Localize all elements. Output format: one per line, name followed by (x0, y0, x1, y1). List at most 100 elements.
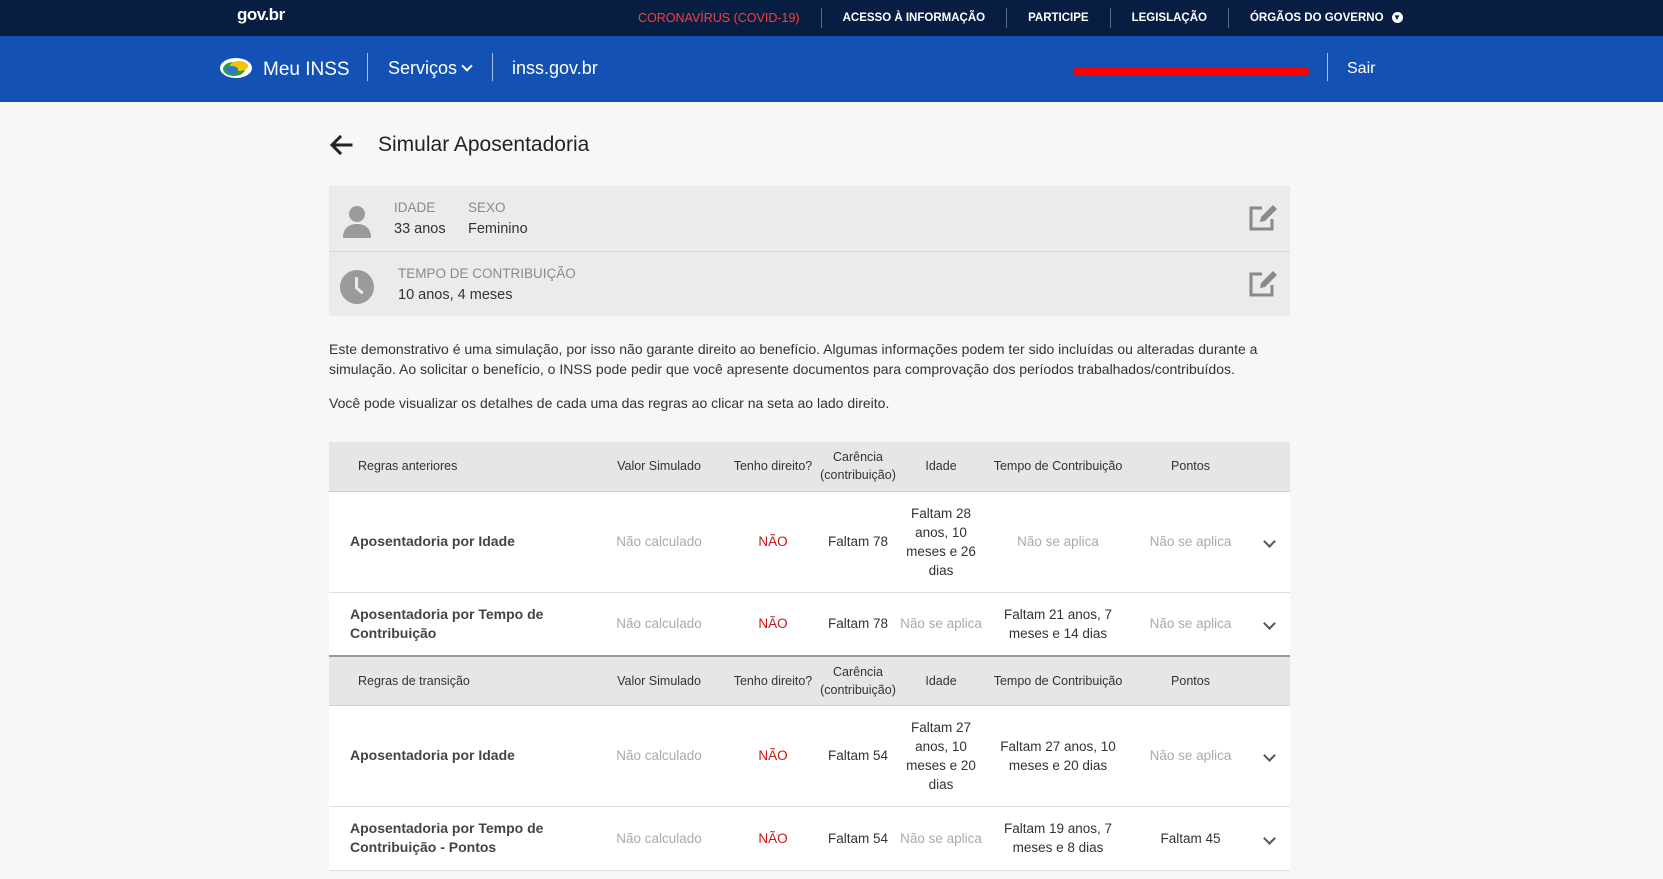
sexo-label: SEXO (468, 200, 506, 215)
profile-row-personal: IDADE 33 anos SEXO Feminino (329, 186, 1290, 251)
divider (492, 53, 493, 81)
tempo-contribuicao: Faltam 27 anos, 10 meses e 20 dias (983, 705, 1133, 807)
tenho-direito: NÃO (729, 491, 817, 593)
chevron-down-icon (461, 60, 473, 72)
section-header-regras-transicao: Regras de transição Valor Simulado Tenho… (329, 655, 1290, 706)
column-header: Tempo de Contribuição (983, 655, 1133, 706)
inss-logo-icon (220, 58, 252, 78)
idade-field: IDADE 33 anos (394, 200, 446, 237)
inss-site-link[interactable]: inss.gov.br (512, 58, 598, 79)
sexo-value: Feminino (468, 221, 528, 237)
tempo-contribuicao: Não se aplica (983, 491, 1133, 593)
rules-table: Regras anteriores Valor Simulado Tenho d… (329, 442, 1290, 871)
legislacao-link[interactable]: LEGISLAÇÃO (1132, 12, 1207, 24)
orgaos-governo-label: ÓRGÃOS DO GOVERNO (1249, 12, 1384, 24)
expand-toggle[interactable] (1248, 806, 1290, 871)
table-row[interactable]: Aposentadoria por Idade Não calculado NÃ… (329, 491, 1290, 593)
divider (1006, 8, 1008, 28)
tenho-direito: NÃO (729, 705, 817, 807)
instructions-text: Você pode visualizar os detalhes de cada… (329, 395, 890, 411)
carencia: Faltam 54 (817, 806, 899, 871)
idade: Não se aplica (899, 592, 983, 657)
column-header: Valor Simulado (589, 442, 729, 492)
carencia: Faltam 78 (817, 491, 899, 593)
govbr-logo[interactable]: gov.br (237, 5, 285, 25)
column-header-empty (1248, 655, 1290, 706)
servicos-menu[interactable]: Serviços (388, 58, 473, 79)
column-header: Pontos (1133, 442, 1248, 492)
rule-name: Aposentadoria por Tempo de Contribuição … (329, 806, 589, 871)
idade-label: IDADE (394, 200, 436, 215)
sexo-field: SEXO Feminino (468, 200, 528, 237)
tenho-direito: NÃO (729, 806, 817, 871)
valor-simulado: Não calculado (589, 705, 729, 807)
table-row[interactable]: Aposentadoria por Idade Não calculado NÃ… (329, 705, 1290, 807)
orgaos-governo-link[interactable]: ÓRGÃOS DO GOVERNO ▼ (1250, 12, 1403, 24)
chevron-down-icon: ▼ (1391, 12, 1403, 23)
chevron-down-icon (1262, 831, 1276, 845)
column-header: Carência (contribuição) (817, 442, 899, 492)
divider (1227, 8, 1229, 28)
logout-button[interactable]: Sair (1347, 60, 1375, 78)
expand-toggle[interactable] (1248, 491, 1290, 593)
tempo-contribuicao-value: 10 anos, 4 meses (398, 287, 513, 303)
column-header: Valor Simulado (589, 655, 729, 706)
divider (1327, 53, 1328, 81)
tempo-contribuicao-field: TEMPO DE CONTRIBUIÇÃO 10 anos, 4 meses (398, 266, 576, 303)
tempo-contribuicao: Faltam 21 anos, 7 meses e 14 dias (983, 592, 1133, 657)
rule-name: Aposentadoria por Idade (329, 705, 589, 807)
table-row[interactable]: Aposentadoria por Tempo de Contribuição … (329, 592, 1290, 657)
pontos: Não se aplica (1133, 491, 1248, 593)
idade: Não se aplica (899, 806, 983, 871)
idade-value: 33 anos (394, 221, 446, 237)
arrow-left-icon[interactable] (329, 133, 353, 157)
column-header-empty (1248, 442, 1290, 492)
disclaimer-text: Este demonstrativo é uma simulação, por … (329, 341, 1258, 377)
brand-meu-inss[interactable]: Meu INSS (263, 59, 350, 81)
column-header: Pontos (1133, 655, 1248, 706)
expand-toggle[interactable] (1248, 705, 1290, 807)
section-title: Regras de transição (329, 655, 589, 706)
section-header-regras-anteriores: Regras anteriores Valor Simulado Tenho d… (329, 442, 1290, 492)
pontos: Não se aplica (1133, 592, 1248, 657)
section-title: Regras anteriores (329, 442, 589, 492)
tenho-direito: NÃO (729, 592, 817, 657)
govbr-links: CORONAVÍRUS (COVID-19) ACESSO À INFORMAÇ… (638, 0, 1403, 36)
chevron-down-icon (1262, 617, 1276, 631)
tempo-contribuicao: Faltam 19 anos, 7 meses e 8 dias (983, 806, 1133, 871)
pontos: Não se aplica (1133, 705, 1248, 807)
user-icon (343, 206, 371, 238)
edit-icon[interactable] (1248, 269, 1278, 299)
valor-simulado: Não calculado (589, 491, 729, 593)
expand-toggle[interactable] (1248, 592, 1290, 657)
valor-simulado: Não calculado (589, 806, 729, 871)
acesso-informacao-link[interactable]: ACESSO À INFORMAÇÃO (843, 12, 985, 24)
app-header: Meu INSS Serviços inss.gov.br Sair (0, 36, 1663, 102)
servicos-label: Serviços (388, 58, 458, 78)
idade: Faltam 27 anos, 10 meses e 20 dias (899, 705, 983, 807)
edit-icon[interactable] (1248, 203, 1278, 233)
carencia: Faltam 54 (817, 705, 899, 807)
table-row[interactable]: Aposentadoria por Tempo de Contribuição … (329, 806, 1290, 871)
clock-icon (340, 270, 374, 304)
chevron-down-icon (1262, 749, 1276, 762)
column-header: Carência (contribuição) (817, 655, 899, 706)
column-header: Tenho direito? (729, 442, 817, 492)
govbr-bar: gov.br CORONAVÍRUS (COVID-19) ACESSO À I… (0, 0, 1663, 36)
chevron-down-icon (1262, 535, 1276, 548)
rule-name: Aposentadoria por Tempo de Contribuição (329, 592, 589, 657)
divider (1109, 8, 1111, 28)
profile-row-contribution: TEMPO DE CONTRIBUIÇÃO 10 anos, 4 meses (329, 251, 1290, 316)
idade: Faltam 28 anos, 10 meses e 26 dias (899, 491, 983, 593)
column-header: Idade (899, 655, 983, 706)
covid-link[interactable]: CORONAVÍRUS (COVID-19) (638, 11, 800, 25)
tempo-contribuicao-label: TEMPO DE CONTRIBUIÇÃO (398, 266, 576, 281)
valor-simulado: Não calculado (589, 592, 729, 657)
participe-link[interactable]: PARTICIPE (1028, 12, 1089, 24)
column-header: Idade (899, 442, 983, 492)
column-header: Tempo de Contribuição (983, 442, 1133, 492)
divider (820, 8, 822, 28)
divider (367, 53, 368, 81)
pontos: Faltam 45 (1133, 806, 1248, 871)
page-title: Simular Aposentadoria (378, 133, 590, 156)
